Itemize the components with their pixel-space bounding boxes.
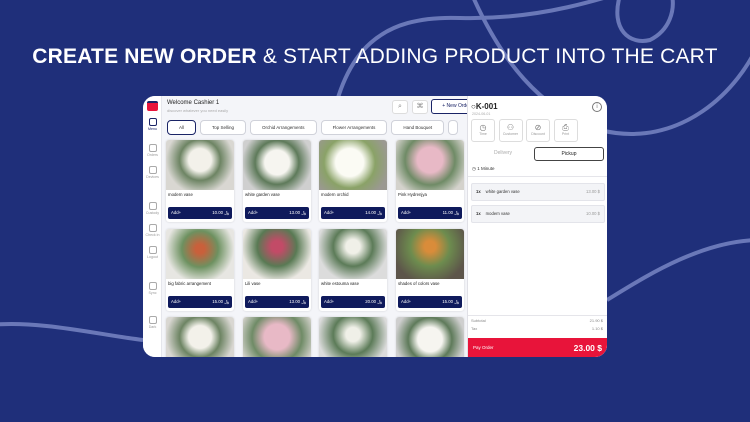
sidebar-item-devices[interactable]: Devices	[143, 166, 162, 179]
product-image	[319, 140, 387, 190]
scan-button[interactable]: ⌘	[412, 100, 428, 114]
devices-icon	[148, 166, 157, 174]
scan-icon: ⌘	[416, 103, 424, 110]
category-tab-more[interactable]	[448, 120, 459, 135]
welcome-subtitle: discover whatever you need easily	[167, 108, 229, 113]
add-to-cart-button[interactable]: Add+ 20.00 ﷼	[321, 296, 385, 308]
discount-button[interactable]: ⊘ Discount	[526, 119, 550, 142]
product-card[interactable]	[319, 317, 387, 357]
dark-icon	[148, 316, 157, 324]
add-to-cart-button[interactable]: Add+ 15.00 ﷼	[398, 296, 462, 308]
product-card[interactable]: white estouma vase Add+ 20.00 ﷼	[319, 229, 387, 311]
sidebar-item-custody[interactable]: Custody	[143, 202, 162, 215]
product-image	[243, 317, 311, 357]
product-card[interactable]: modern vase Add+ 10.00 ﷼	[166, 140, 234, 222]
product-image	[396, 229, 464, 279]
search-icon: ⌕	[398, 103, 402, 110]
info-icon[interactable]: i	[592, 102, 602, 112]
order-date: 2024-06-01	[472, 112, 491, 116]
product-image	[396, 317, 464, 357]
time-icon: ◷	[479, 123, 487, 132]
product-card[interactable]	[396, 317, 464, 357]
product-card[interactable]	[243, 317, 311, 357]
time-button[interactable]: ◷ Time	[471, 119, 495, 142]
check-in-icon	[148, 224, 157, 232]
category-tab[interactable]: Top Selling	[200, 120, 247, 135]
category-tab[interactable]: All	[167, 120, 197, 135]
product-card[interactable]: Pink Hydrenjya Add+ 11.00 ﷼	[396, 140, 464, 222]
tab-delivery[interactable]: Delivery	[468, 147, 538, 161]
add-to-cart-button[interactable]: Add+ 10.00 ﷼	[168, 207, 232, 219]
tax-row: Tax 1.10 $	[471, 326, 603, 331]
headline: CREATE NEW ORDER & START ADDING PRODUCT …	[32, 45, 718, 68]
category-tab[interactable]: Hand Bouquet	[391, 120, 445, 135]
pay-order-button[interactable]: Pay Order 23.00 $	[468, 338, 607, 357]
welcome-title: Welcome Cashier 1	[167, 100, 220, 106]
tab-pickup[interactable]: Pickup	[534, 147, 604, 161]
product-card[interactable]: modern orchid Add+ 14.00 ﷼	[319, 140, 387, 222]
sidebar-item-dark[interactable]: Dark	[143, 316, 162, 329]
product-image	[319, 229, 387, 279]
product-image	[243, 140, 311, 190]
product-image	[166, 229, 234, 279]
category-tab[interactable]: Flower Arrangements	[320, 120, 388, 135]
divider	[468, 176, 607, 177]
pos-app-window: Menu Orders Devices Custody Check in Logout Sy…	[143, 96, 607, 357]
add-to-cart-button[interactable]: Add+ 15.00 ﷼	[168, 296, 232, 308]
product-card[interactable]	[166, 317, 234, 357]
print-button[interactable]: ⎙ Print	[553, 119, 578, 142]
product-image	[243, 229, 311, 279]
custody-icon	[148, 202, 157, 210]
add-to-cart-button[interactable]: Add+ 13.00 ﷼	[245, 296, 309, 308]
order-panel: ○K-001 2024-06-01 i ◷ Time ⚇ Customer ⊘ Disco…	[467, 96, 607, 357]
main-panel: Welcome Cashier 1 discover whatever you …	[162, 96, 482, 357]
product-image	[396, 140, 464, 190]
product-card[interactable]: big fabric arrangement Add+ 15.00 ﷼	[166, 229, 234, 311]
app-logo	[147, 101, 158, 111]
add-to-cart-button[interactable]: Add+ 11.00 ﷼	[398, 207, 462, 219]
subtotal-row: Subtotal 21.90 $	[471, 318, 603, 323]
order-time: ◷ 1 Minute	[472, 166, 495, 171]
product-card[interactable]: shades of colors vase Add+ 15.00 ﷼	[396, 229, 464, 311]
order-id: ○K-001	[471, 102, 498, 111]
sidebar-item-orders[interactable]: Orders	[143, 144, 162, 157]
add-to-cart-button[interactable]: Add+ 14.00 ﷼	[321, 207, 385, 219]
product-card[interactable]: white garden vase Add+ 13.00 ﷼	[243, 140, 311, 222]
sidebar-item-check-in[interactable]: Check in	[143, 224, 162, 237]
sidebar-item-sync[interactable]: Sync	[143, 282, 162, 295]
product-image	[166, 317, 234, 357]
sidebar: Menu Orders Devices Custody Check in Logout Sy…	[143, 96, 162, 357]
sidebar-item-menu[interactable]: Menu	[143, 118, 162, 131]
sync-icon	[148, 282, 157, 290]
search-button[interactable]: ⌕	[392, 100, 408, 114]
cart-item[interactable]: 1x white garden vase 13.00 $	[471, 183, 605, 201]
menu-icon	[148, 118, 157, 126]
category-tabs: All Top Selling Orchid Arrangements Flower …	[167, 120, 462, 138]
sidebar-item-logout[interactable]: Logout	[143, 246, 162, 259]
discount-icon: ⊘	[534, 123, 542, 132]
clock-icon: ◷	[472, 166, 476, 171]
divider	[468, 315, 607, 316]
product-image	[166, 140, 234, 190]
add-to-cart-button[interactable]: Add+ 13.00 ﷼	[245, 207, 309, 219]
product-image	[319, 317, 387, 357]
logout-icon	[148, 246, 157, 254]
orders-icon	[148, 144, 157, 152]
category-tab[interactable]: Orchid Arrangements	[250, 120, 317, 135]
product-card[interactable]: Lili vase Add+ 13.00 ﷼	[243, 229, 311, 311]
print-icon: ⎙	[562, 123, 569, 132]
customer-icon: ⚇	[506, 123, 515, 132]
cart-item[interactable]: 1x modern vase 10.00 $	[471, 205, 605, 223]
customer-button[interactable]: ⚇ Customer	[498, 119, 523, 142]
